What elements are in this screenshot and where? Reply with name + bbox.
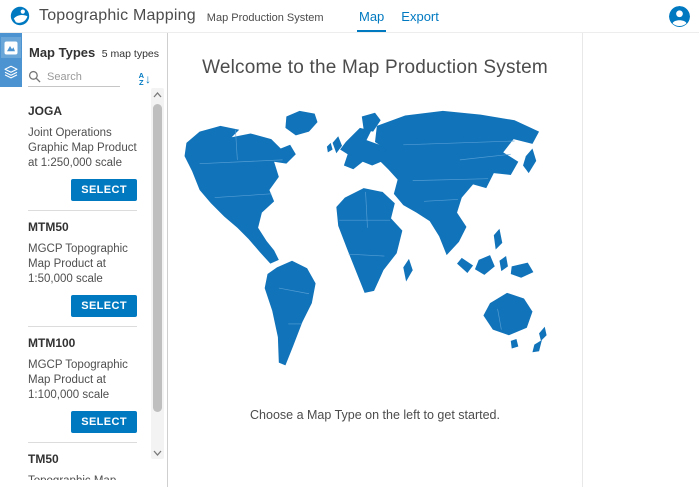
app-header: Topographic Mapping Map Production Syste…	[0, 0, 699, 33]
widget-action-bar	[0, 33, 22, 87]
map-type-name: JOGA	[28, 104, 137, 118]
tab-map[interactable]: Map	[357, 0, 386, 32]
sidebar-scrollbar[interactable]	[151, 88, 164, 459]
world-map-graphic	[177, 107, 573, 390]
map-type-list-item: TM50 Topographic Map Product at 1:50,000 …	[28, 442, 137, 480]
user-avatar-icon[interactable]	[669, 6, 690, 27]
layers-tool-icon[interactable]	[1, 61, 21, 82]
map-type-list-item: JOGA Joint Operations Graphic Map Product…	[28, 95, 137, 210]
scroll-up-icon[interactable]	[151, 88, 164, 101]
scroll-down-icon[interactable]	[151, 446, 164, 459]
app-window: Topographic Mapping Map Production Syste…	[0, 0, 699, 487]
header-tabs: Map Export	[357, 0, 441, 32]
map-types-panel: Map Types 5 map types AZ↓ JO	[0, 33, 168, 487]
map-type-name: MTM100	[28, 336, 137, 350]
app-title: Topographic Mapping	[39, 7, 196, 25]
tab-export[interactable]: Export	[399, 0, 441, 32]
search-input[interactable]	[47, 71, 117, 83]
map-types-tool-icon[interactable]	[1, 37, 21, 58]
right-empty-area	[583, 33, 699, 487]
map-type-description: Topographic Map Product at 1:50,000 scal…	[28, 474, 137, 480]
topographic-mapping-logo-icon	[10, 6, 30, 26]
scrollbar-thumb[interactable]	[153, 104, 162, 412]
select-map-type-button[interactable]: SELECT	[71, 295, 137, 317]
content-area: Map Types 5 map types AZ↓ JO	[0, 33, 699, 487]
select-map-type-button[interactable]: SELECT	[71, 179, 137, 201]
map-type-description: MGCP Topographic Map Product at 1:50,000…	[28, 242, 137, 287]
search-box	[28, 70, 120, 87]
map-type-description: MGCP Topographic Map Product at 1:100,00…	[28, 358, 137, 403]
select-button-row: SELECT	[28, 295, 137, 317]
panel-title: Map Types	[29, 45, 95, 60]
map-type-name: TM50	[28, 452, 137, 466]
select-button-row: SELECT	[28, 411, 137, 433]
select-map-type-button[interactable]: SELECT	[71, 411, 137, 433]
welcome-title: Welcome to the Map Production System	[202, 57, 548, 79]
sort-alphabetical-icon[interactable]: AZ↓	[139, 72, 153, 86]
panel-header: Map Types 5 map types	[29, 45, 159, 60]
search-icon	[28, 70, 41, 83]
map-type-list-item: MTM50 MGCP Topographic Map Product at 1:5…	[28, 210, 137, 326]
map-type-list-item: MTM100 MGCP Topographic Map Product at 1:…	[28, 326, 137, 442]
map-type-description: Joint Operations Graphic Map Product at …	[28, 126, 137, 171]
app-subtitle: Map Production System	[207, 12, 324, 24]
instruction-text: Choose a Map Type on the left to get sta…	[250, 408, 500, 422]
select-button-row: SELECT	[28, 179, 137, 201]
welcome-panel: Welcome to the Map Production System	[168, 33, 583, 487]
map-type-list: JOGA Joint Operations Graphic Map Product…	[0, 95, 167, 480]
map-types-count: 5 map types	[102, 48, 159, 60]
map-type-name: MTM50	[28, 220, 137, 234]
search-row: AZ↓	[28, 70, 153, 87]
